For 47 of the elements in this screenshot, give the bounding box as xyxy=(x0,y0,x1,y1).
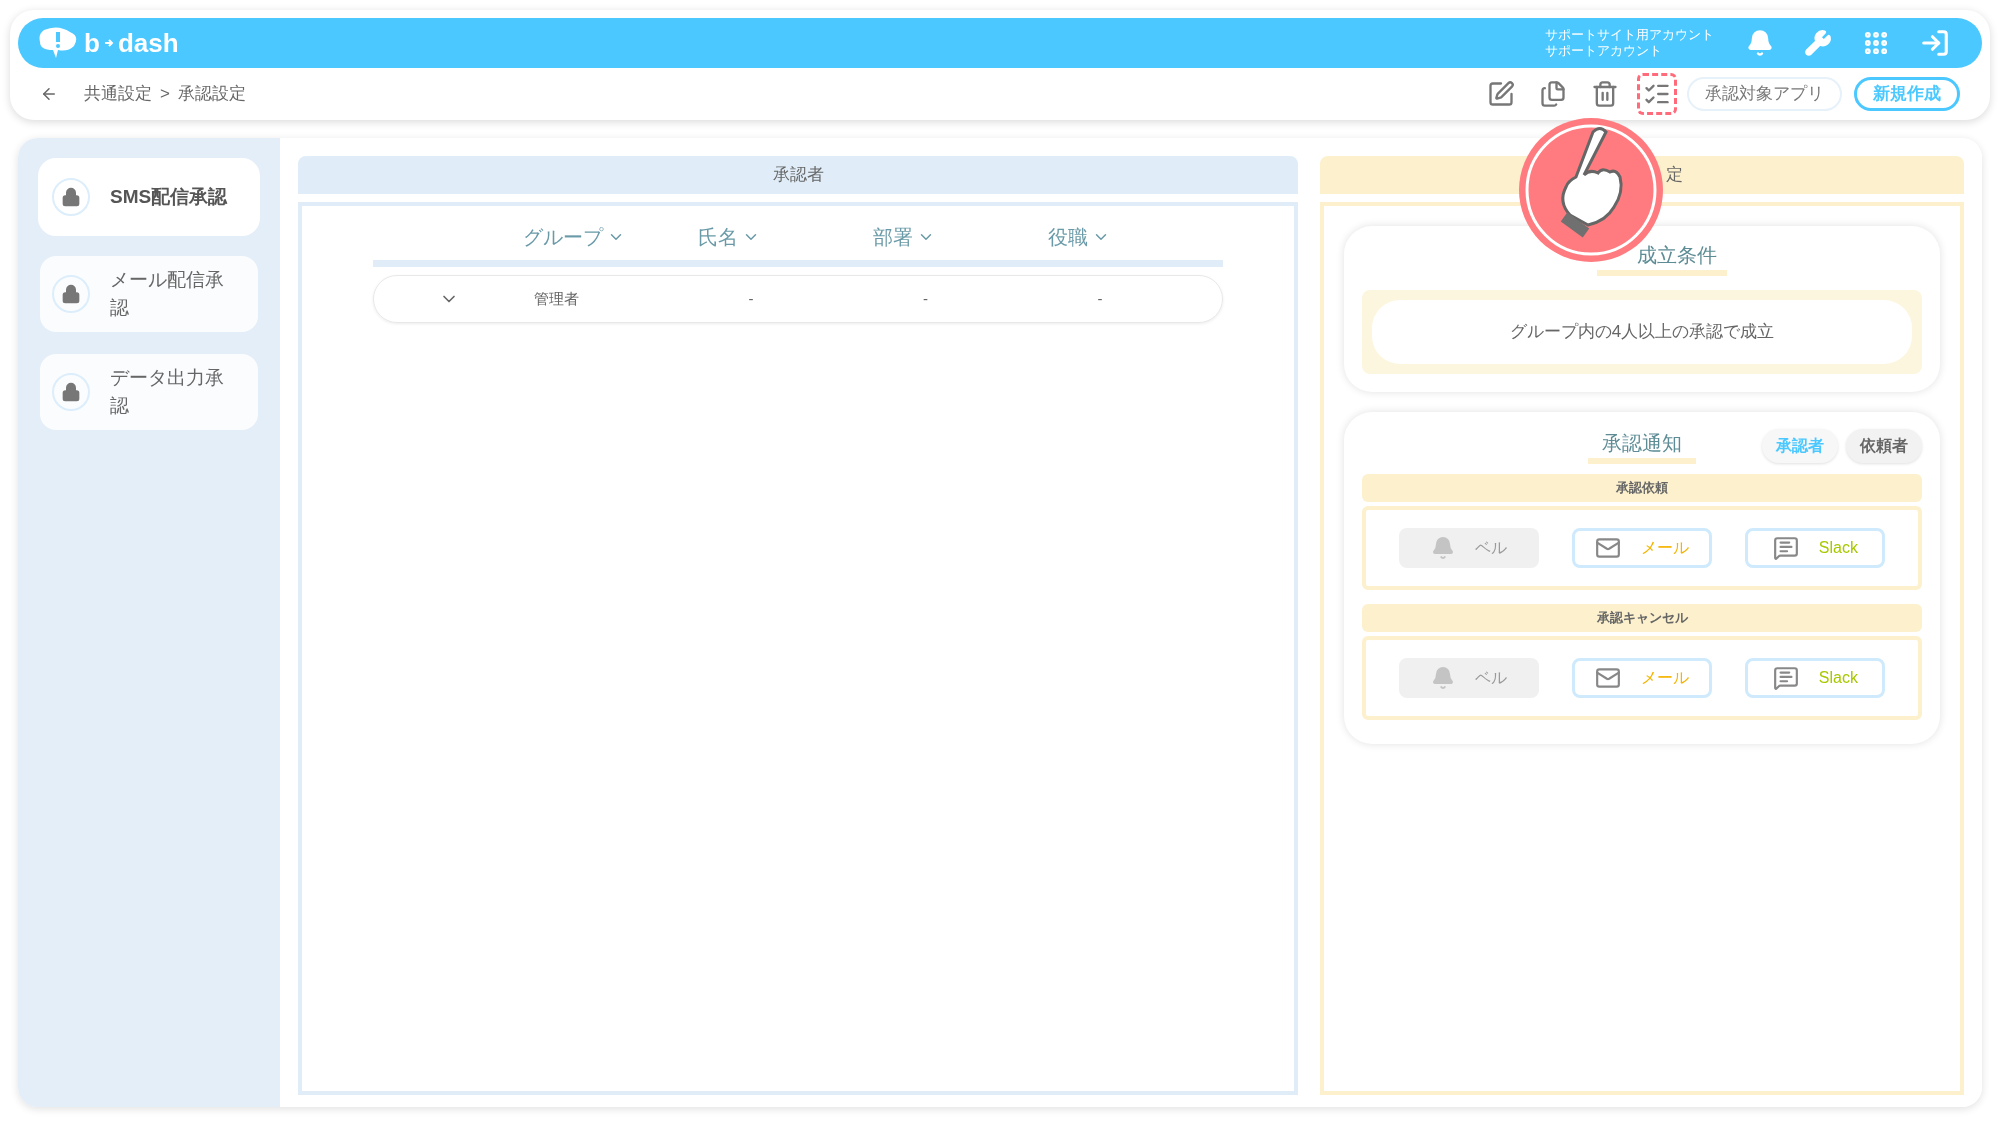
back-icon[interactable] xyxy=(40,85,58,103)
channel-button[interactable]: ベル xyxy=(1398,528,1539,568)
column-header[interactable]: グループ xyxy=(523,222,698,252)
mail-icon xyxy=(1595,665,1621,691)
section-header: 承認者 xyxy=(298,156,1298,194)
recipient-tab[interactable]: 承認者 xyxy=(1762,429,1838,463)
table-cell-text: - xyxy=(747,288,755,309)
table-cell-text: 管理者 xyxy=(533,288,580,309)
card-title: 承認通知 xyxy=(1588,428,1696,464)
channel-button[interactable]: メール xyxy=(1572,658,1712,698)
section-label: 承認キャンセル xyxy=(1362,604,1922,632)
breadcrumb-separator: > xyxy=(160,83,170,106)
channel-button[interactable]: Slack xyxy=(1745,658,1886,698)
channel-button[interactable]: メール xyxy=(1572,528,1712,568)
column-header[interactable]: 役職 xyxy=(1048,222,1223,252)
section-label: 承認依頼 xyxy=(1362,474,1922,502)
condition-text: グループ内の4人以上の承認で成立 xyxy=(1372,300,1912,364)
sidebar-item[interactable]: SMS配信承認 xyxy=(40,160,258,234)
logo-text: b xyxy=(84,26,100,60)
recipient-tab[interactable]: 依頼者 xyxy=(1846,429,1922,463)
account-name: サポートアカウント xyxy=(1545,43,1663,59)
trash-icon[interactable] xyxy=(1591,80,1619,108)
arrow-icon xyxy=(103,38,114,48)
lock-icon xyxy=(52,178,90,216)
chat-icon xyxy=(1772,665,1799,691)
chat-icon xyxy=(1772,535,1799,561)
lock-icon xyxy=(52,275,90,313)
breadcrumb-current: 承認設定 xyxy=(177,83,246,106)
channel-button[interactable]: Slack xyxy=(1745,528,1886,568)
account-name: サポートサイト用アカウント xyxy=(1545,27,1714,43)
create-button[interactable]: 新規作成 xyxy=(1854,77,1960,111)
channel-button[interactable]: ベル xyxy=(1398,658,1539,698)
mail-icon xyxy=(1595,535,1621,561)
edit-icon[interactable] xyxy=(1487,80,1515,108)
bell-icon xyxy=(1430,536,1455,560)
copy-icon[interactable] xyxy=(1539,80,1567,108)
breadcrumb-link[interactable]: 共通設定 xyxy=(84,81,152,107)
column-header[interactable]: 氏名 xyxy=(698,222,873,252)
sidebar-item[interactable]: データ出力承認 xyxy=(40,354,258,430)
apps-button[interactable]: 承認対象アプリ xyxy=(1687,77,1842,111)
bell-icon xyxy=(1430,666,1455,690)
sidebar-item[interactable]: メール配信承認 xyxy=(40,256,258,332)
table-cell-text: - xyxy=(922,288,929,309)
logo-text: dash xyxy=(117,26,179,60)
lock-icon xyxy=(52,373,90,411)
column-header[interactable]: 部署 xyxy=(873,222,1048,252)
table-cell-text: - xyxy=(1096,288,1104,309)
